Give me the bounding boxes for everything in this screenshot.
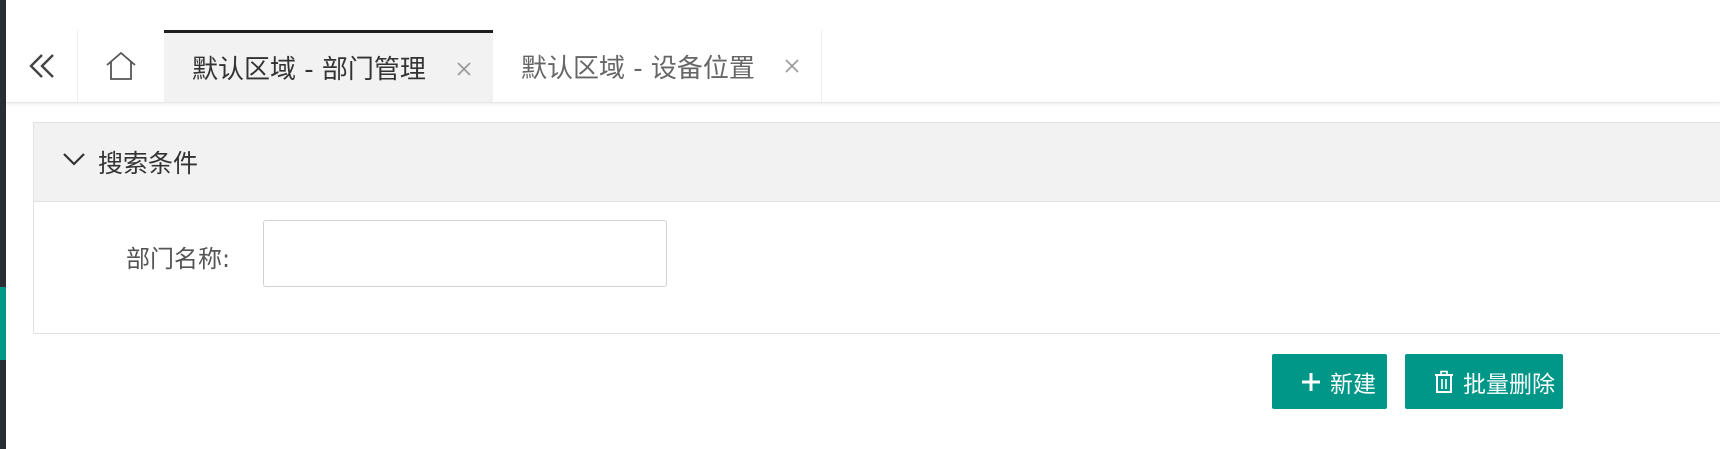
department-name-label: 部门名称: <box>126 245 231 273</box>
trash-icon <box>1433 370 1455 394</box>
tab-department-management[interactable]: 默认区域 - 部门管理 <box>164 30 493 102</box>
close-icon[interactable] <box>455 60 473 78</box>
double-chevron-left-icon <box>28 54 54 78</box>
search-panel-header[interactable]: 搜索条件 <box>34 123 1720 202</box>
plus-icon <box>1300 371 1322 393</box>
batch-delete-button-label: 批量删除 <box>1463 371 1555 398</box>
collapse-sidebar-button[interactable] <box>6 30 78 102</box>
sidebar-active-indicator <box>0 287 6 360</box>
tab-label: 默认区域 - 部门管理 <box>192 55 426 85</box>
new-button[interactable]: 新建 <box>1272 354 1387 409</box>
department-name-input[interactable] <box>263 220 667 287</box>
new-button-label: 新建 <box>1330 371 1376 398</box>
tab-device-location[interactable]: 默认区域 - 设备位置 <box>493 30 822 102</box>
top-header <box>6 0 1720 31</box>
close-icon[interactable] <box>783 57 801 75</box>
search-panel-title: 搜索条件 <box>98 149 199 178</box>
home-tab[interactable] <box>78 30 163 102</box>
tab-bar: 默认区域 - 部门管理 默认区域 - 设备位置 <box>6 30 1720 103</box>
search-panel: 搜索条件 部门名称: <box>33 122 1720 334</box>
tab-label: 默认区域 - 设备位置 <box>521 53 755 84</box>
home-icon <box>105 51 136 80</box>
batch-delete-button[interactable]: 批量删除 <box>1405 354 1563 409</box>
chevron-down-icon <box>63 153 85 166</box>
